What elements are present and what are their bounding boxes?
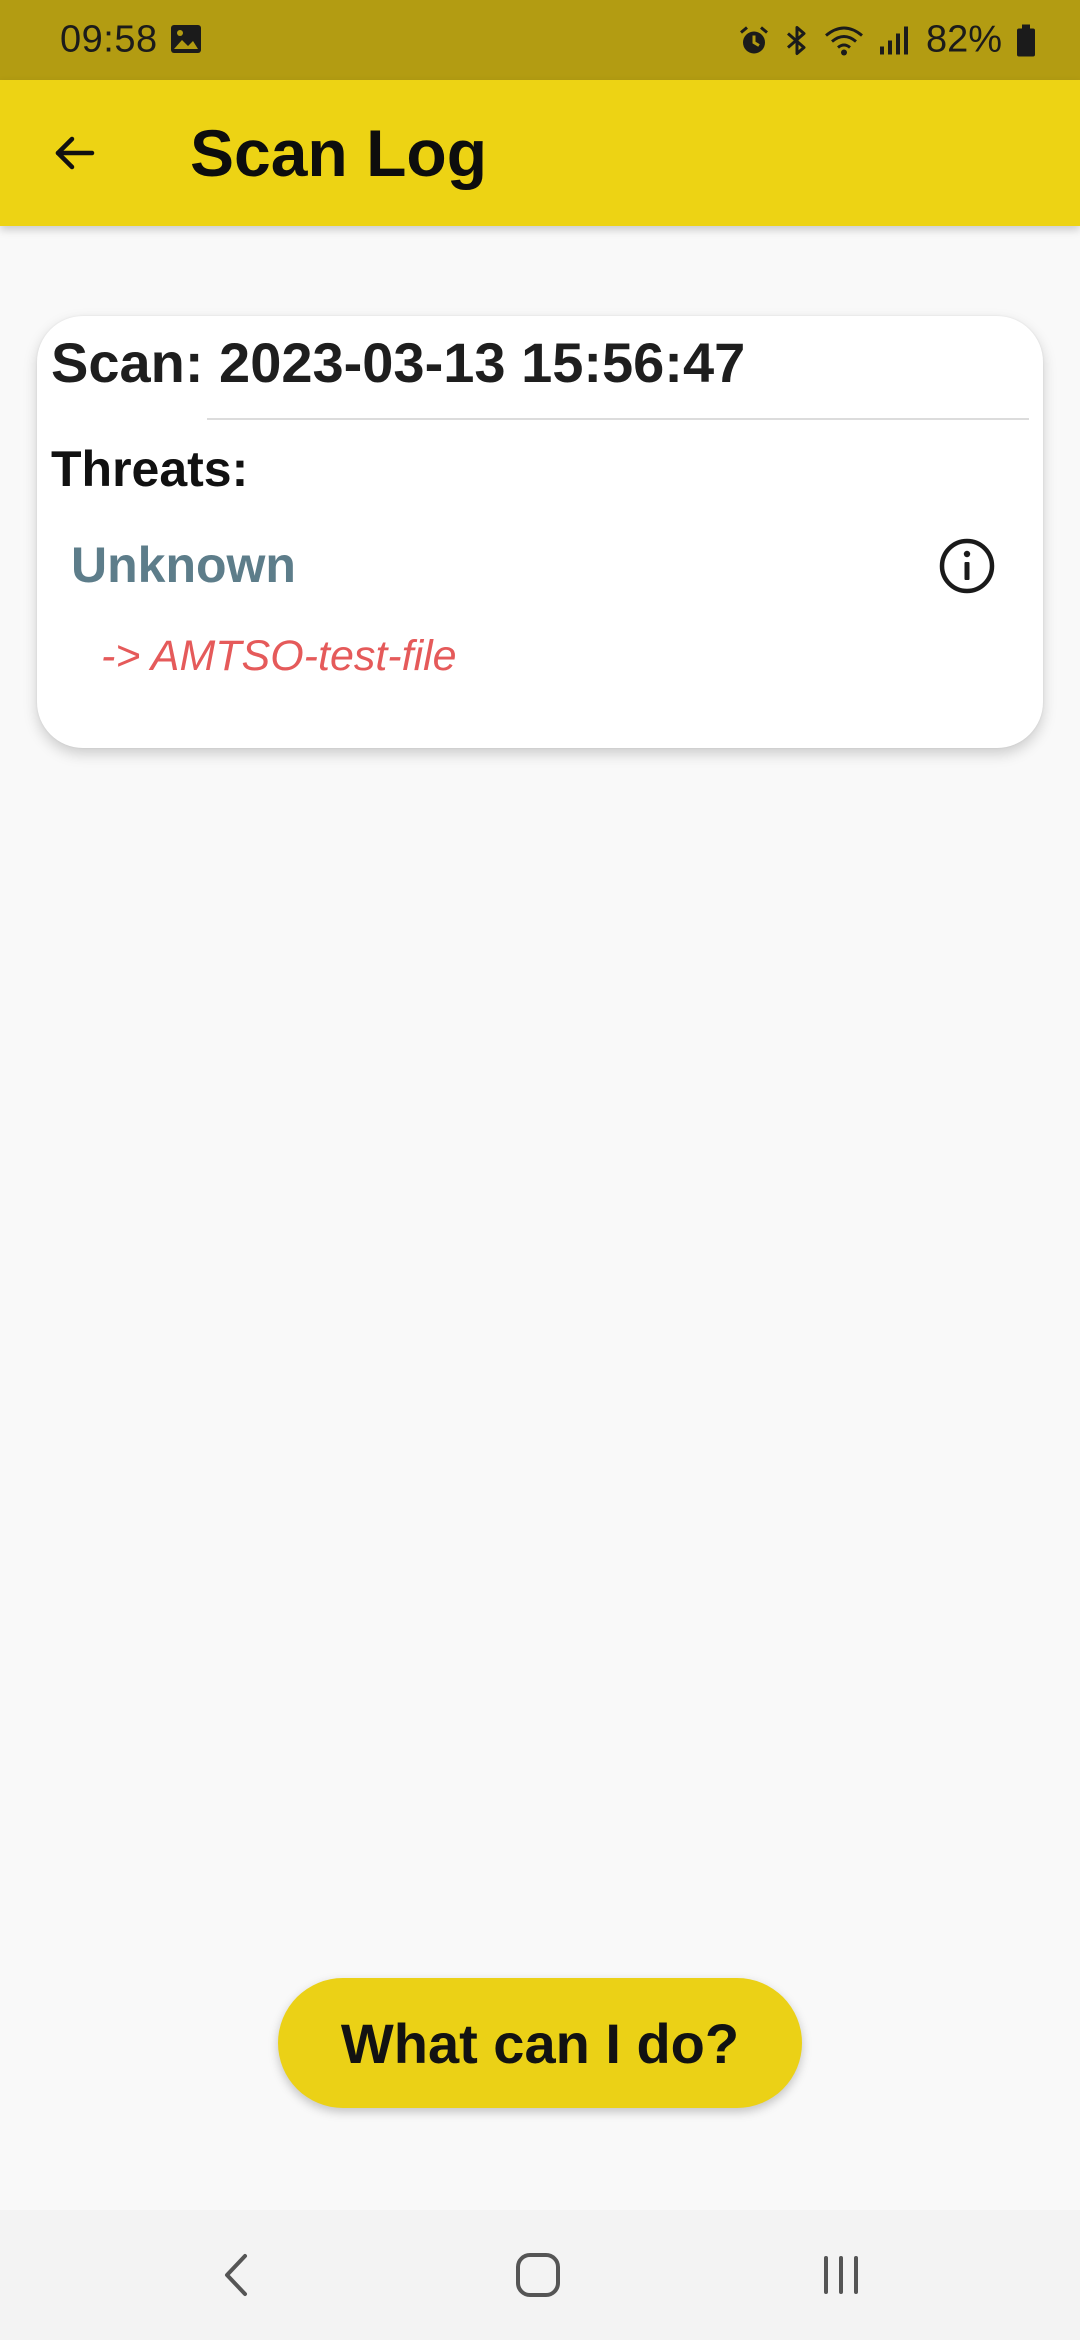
status-icons: 82%: [738, 19, 1036, 62]
back-nav-icon: [225, 2254, 247, 2296]
app-bar: Scan Log: [0, 80, 1080, 226]
image-icon: [170, 21, 202, 53]
back-button[interactable]: [34, 113, 114, 193]
status-bar: 09:58 82%: [0, 0, 1080, 80]
recents-nav-icon: [824, 2256, 858, 2294]
wifi-icon: [824, 24, 864, 56]
nav-recents-button[interactable]: [791, 2235, 891, 2315]
battery-icon: [1016, 23, 1036, 57]
signal-icon: [878, 24, 910, 56]
arrow-left-icon: [55, 136, 95, 170]
threat-name: Unknown: [71, 537, 296, 593]
threat-item[interactable]: Unknown -> AMTSO-test-file: [37, 526, 1043, 696]
status-time: 09:58: [60, 18, 158, 61]
nav-home-button[interactable]: [488, 2235, 588, 2315]
what-can-i-do-button[interactable]: What can I do?: [278, 1978, 802, 2108]
info-icon[interactable]: [937, 536, 997, 596]
threat-file: -> AMTSO-test-file: [101, 632, 457, 680]
system-nav-bar: [0, 2210, 1080, 2340]
page-title: Scan Log: [190, 116, 488, 190]
threats-label: Threats:: [51, 441, 249, 497]
nav-back-button[interactable]: [187, 2235, 287, 2315]
scan-card: Scan: 2023-03-13 15:56:47 Threats: Unkno…: [37, 316, 1043, 748]
alarm-icon: [738, 24, 770, 56]
divider: [207, 418, 1029, 420]
battery-percent: 82%: [925, 18, 1002, 61]
scan-title: Scan: 2023-03-13 15:56:47: [51, 331, 746, 394]
bluetooth-icon: [784, 23, 810, 57]
home-nav-icon: [516, 2253, 560, 2297]
